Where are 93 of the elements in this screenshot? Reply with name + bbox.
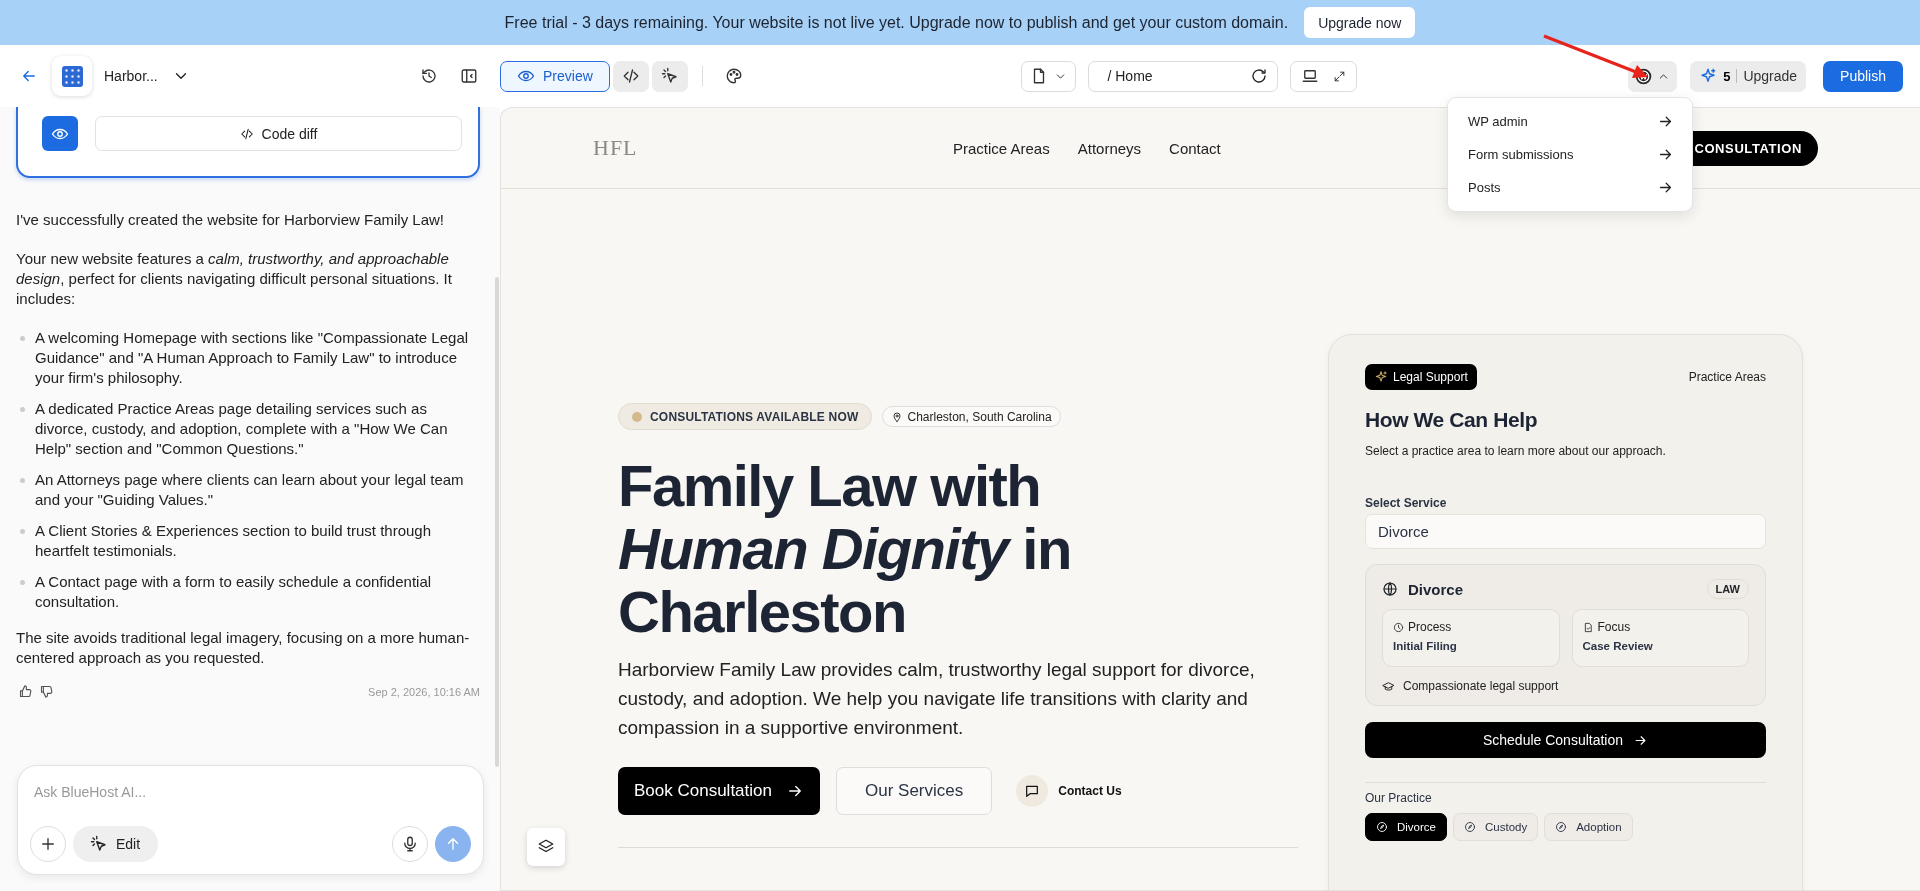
device-controls[interactable] — [1290, 60, 1358, 92]
detail-value: Initial Filing — [1393, 640, 1458, 652]
bullet-icon — [20, 580, 25, 585]
list-item-text: A welcoming Homepage with sections like "Compassionate Legal Guidance" and "A Human Approach to Family Law" to introduce your firm's philosophy. — [35, 328, 470, 388]
our-services-button[interactable]: Our Services — [836, 767, 993, 815]
history-icon — [420, 67, 438, 85]
palette-icon — [724, 67, 743, 85]
project-selector[interactable]: Harbor... — [98, 67, 196, 85]
thumbs-up-icon — [18, 684, 33, 699]
bullet-icon — [20, 407, 25, 412]
location-badge: Charleston, South Carolina — [881, 406, 1061, 427]
edit-button[interactable]: Edit — [73, 826, 159, 862]
nav-link[interactable]: Contact — [1169, 139, 1221, 157]
globe-icon — [1382, 581, 1398, 597]
clock-icon — [1393, 621, 1404, 633]
url-field[interactable]: / Home — [1088, 60, 1279, 92]
microphone-icon — [401, 835, 419, 853]
expand-icon — [1333, 69, 1347, 83]
service-select[interactable]: Divorce — [1365, 514, 1766, 549]
hero-description: Harborview Family Law provides calm, trustworthy legal support for divorce, custody, and adoption. We help you navigate life transitions with clarity and compassion in a supportive environment. — [618, 658, 1256, 740]
compass-icon — [1464, 821, 1476, 833]
chat-input-field[interactable]: Ask BlueHost AI... — [30, 780, 471, 804]
compass-icon — [1555, 821, 1568, 833]
service-name: Divorce — [1408, 580, 1464, 598]
plus-icon — [39, 835, 57, 853]
bullet-icon — [20, 529, 25, 534]
menu-item[interactable]: Posts — [1448, 171, 1692, 204]
upgrade-label: Upgrade — [1743, 68, 1798, 84]
select-mode-tab[interactable] — [651, 60, 688, 92]
service-note: Compassionate legal support — [1403, 679, 1559, 693]
schedule-consultation-button[interactable]: Schedule Consultation — [1365, 722, 1766, 758]
graduation-cap-icon — [1382, 679, 1395, 693]
message-text: The site avoids traditional legal imagery, focusing on a more human-centered approach as you requested. — [16, 628, 471, 668]
practice-areas-link[interactable]: Practice Areas — [1688, 370, 1766, 384]
bullet-icon — [20, 336, 25, 341]
code-icon — [239, 126, 254, 141]
list-item-text: A Contact page with a form to easily schedule a confidential consultation. — [35, 572, 433, 612]
layers-button[interactable] — [527, 828, 565, 866]
upgrade-now-button[interactable]: Upgrade now — [1304, 7, 1416, 38]
timestamp: Sep 2, 2026, 10:16 AM — [368, 685, 480, 698]
microphone-button[interactable] — [392, 826, 428, 862]
contact-us-link[interactable]: Contact Us — [1016, 775, 1122, 807]
list-item-text: A dedicated Practice Areas page detailing services such as divorce, custody, and adoption, complete with a "How We Can Help" section and "Common Questions." — [35, 399, 449, 459]
preview-tab[interactable]: Preview — [500, 60, 610, 92]
message-text: I've successfully created the website for Harborview Family Law! — [16, 210, 446, 230]
sidebar-icon — [460, 67, 478, 85]
location-pin-icon — [890, 410, 903, 423]
credits-count: 5 — [1723, 68, 1731, 84]
message-text: Your new website features a calm, trustworthy, and approachable design, perfect for clients navigating difficult personal situations. It includes: — [16, 249, 453, 309]
app-icon[interactable] — [52, 56, 92, 96]
grid-icon — [61, 65, 83, 87]
chat-bubble-icon — [1024, 783, 1041, 799]
tag-label: Legal Support — [1393, 370, 1468, 384]
file-icon — [1582, 621, 1594, 633]
section-label: Our Practice — [1365, 791, 1433, 805]
thumbs-down-icon — [39, 684, 54, 699]
cursor-click-icon — [90, 835, 108, 853]
availability-badge: CONSULTATIONS AVAILABLE NOW — [618, 403, 872, 430]
detail-label: Process — [1408, 620, 1452, 634]
nav-link[interactable]: Practice Areas — [953, 139, 1050, 157]
card-title: How We Can Help — [1365, 408, 1539, 432]
upgrade-button[interactable]: 5 Upgrade — [1690, 60, 1807, 92]
practice-tab[interactable]: Divorce — [1365, 813, 1447, 841]
detail-value: Case Review — [1582, 640, 1654, 652]
list-item-text: A Client Stories & Experiences section to build trust through heartfelt testimonials. — [35, 521, 433, 561]
detail-label: Focus — [1597, 620, 1631, 634]
card-description: Select a practice area to learn more about our approach. — [1365, 444, 1667, 458]
sparkle-icon — [1374, 370, 1388, 384]
preview-toggle-button[interactable] — [42, 116, 78, 151]
cursor-click-icon — [660, 67, 679, 85]
page-selector[interactable] — [1021, 60, 1077, 92]
practice-tab[interactable]: Adoption — [1544, 813, 1633, 841]
code-icon — [621, 67, 640, 85]
publish-button[interactable]: Publish — [1823, 60, 1903, 92]
status-dot-icon — [632, 411, 642, 422]
compass-icon — [1376, 821, 1388, 833]
nav-link[interactable]: Attorneys — [1077, 139, 1142, 157]
wordpress-menu-button[interactable] — [1628, 60, 1678, 92]
list-item-text: An Attorneys page where clients can learn about your legal team and your "Guiding Values." — [35, 470, 465, 510]
reload-icon[interactable] — [1250, 67, 1269, 85]
field-label: Select Service — [1365, 496, 1448, 510]
code-diff-button[interactable]: Code diff — [95, 116, 462, 151]
sparkle-icon — [1699, 67, 1718, 85]
laptop-icon — [1301, 67, 1320, 85]
bullet-icon — [20, 478, 25, 483]
url-text: / Home — [1107, 68, 1153, 84]
banner-text: Free trial - 3 days remaining. Your website is not live yet. Upgrade now to publish and get your custom domain. — [504, 13, 1289, 32]
select-value: Divorce — [1378, 523, 1429, 540]
hero-heading: Family Law with Human Dignity in Charleston — [618, 454, 1072, 643]
book-consultation-button[interactable]: Book Consultation — [618, 767, 820, 815]
code-view-tab[interactable] — [612, 60, 649, 92]
add-button[interactable] — [30, 826, 66, 862]
practice-tab[interactable]: Custody — [1453, 813, 1539, 841]
